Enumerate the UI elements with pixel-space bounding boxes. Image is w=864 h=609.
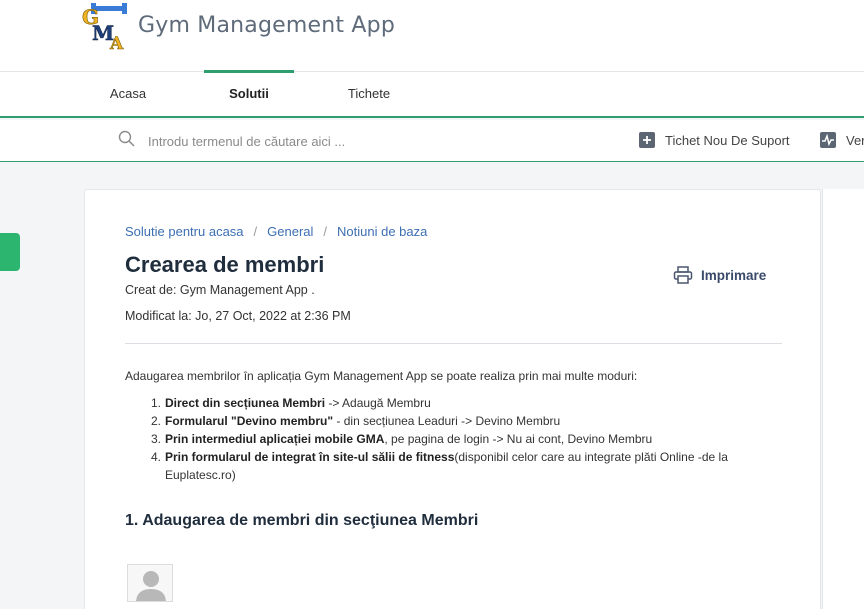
methods-list: 1. Direct din secțiunea Membri -> Adaugă… bbox=[125, 394, 765, 484]
search-icon bbox=[118, 130, 136, 148]
breadcrumb: Solutie pentru acasa / General / Notiuni… bbox=[125, 224, 427, 239]
breadcrumb-link-basics[interactable]: Notiuni de baza bbox=[337, 224, 427, 239]
list-item-text: , pe pagina de login -> Nu ai cont, Devi… bbox=[384, 432, 653, 446]
active-tab-indicator bbox=[204, 70, 294, 73]
breadcrumb-separator: / bbox=[253, 224, 258, 239]
print-button[interactable]: Imprimare bbox=[673, 266, 766, 284]
app-header: G M A Gym Management App bbox=[0, 0, 864, 72]
list-item-text: -> Adaugă Membru bbox=[325, 396, 431, 410]
new-ticket-label: Tichet Nou De Suport bbox=[665, 132, 790, 148]
avatar-placeholder-image bbox=[127, 564, 173, 602]
header-divider bbox=[125, 343, 782, 344]
new-ticket-button[interactable]: Tichet Nou De Suport bbox=[639, 129, 790, 151]
list-item-bold: Formularul "Devino membru" bbox=[165, 414, 334, 428]
tab-solutii[interactable]: Solutii bbox=[204, 72, 294, 116]
list-number: 2. bbox=[150, 414, 161, 428]
breadcrumb-link-home[interactable]: Solutie pentru acasa bbox=[125, 224, 244, 239]
article-modified-date: Modificat la: Jo, 27 Oct, 2022 at 2:36 P… bbox=[125, 309, 351, 323]
list-item: 4. Prin formularul de integrat în site-u… bbox=[125, 448, 765, 484]
list-number: 4. bbox=[150, 450, 161, 464]
list-item: 2. Formularul "Devino membru" - din secț… bbox=[125, 412, 765, 430]
tab-acasa[interactable]: Acasa bbox=[96, 72, 160, 116]
article-intro: Adaugarea membrilor în aplicația Gym Man… bbox=[125, 369, 638, 383]
article-card: Solutie pentru acasa / General / Notiuni… bbox=[84, 189, 821, 609]
app-title: Gym Management App bbox=[138, 13, 395, 38]
plus-icon bbox=[639, 132, 655, 148]
list-item-bold: Direct din secțiunea Membri bbox=[165, 396, 326, 410]
article-title: Crearea de membri bbox=[125, 252, 325, 277]
list-number: 1. bbox=[150, 396, 161, 410]
printer-icon bbox=[673, 266, 693, 284]
list-item: 3. Prin intermediul aplicației mobile GM… bbox=[125, 430, 765, 448]
app-logo[interactable]: G M A bbox=[80, 2, 130, 54]
list-number: 3. bbox=[150, 432, 161, 446]
list-item-bold: Prin intermediul aplicației mobile GMA bbox=[165, 432, 385, 446]
section-heading: 1. Adaugarea de membri din secţiunea Mem… bbox=[125, 512, 479, 529]
activity-icon bbox=[820, 132, 836, 148]
svg-text:A: A bbox=[109, 34, 124, 50]
list-item: 1. Direct din secțiunea Membri -> Adaugă… bbox=[125, 394, 765, 412]
sidebar-card bbox=[822, 189, 864, 609]
list-item-text: - din secțiunea Leaduri -> Devino Membru bbox=[333, 414, 561, 428]
check-status-button[interactable]: Ver bbox=[820, 129, 864, 151]
check-status-label: Ver bbox=[846, 132, 864, 148]
search-bar: Tichet Nou De Suport Ver bbox=[0, 120, 864, 162]
main-nav-tabs: Acasa Solutii Tichete bbox=[0, 70, 864, 118]
breadcrumb-separator: / bbox=[323, 224, 328, 239]
list-item-bold: Prin formularul de integrat în site-ul s… bbox=[165, 450, 455, 464]
breadcrumb-link-general[interactable]: General bbox=[267, 224, 313, 239]
search-input[interactable] bbox=[140, 128, 560, 154]
tab-tichete[interactable]: Tichete bbox=[334, 72, 404, 116]
print-label: Imprimare bbox=[701, 267, 767, 283]
side-feedback-tab[interactable] bbox=[0, 233, 20, 271]
article-author: Creat de: Gym Management App . bbox=[125, 283, 315, 297]
